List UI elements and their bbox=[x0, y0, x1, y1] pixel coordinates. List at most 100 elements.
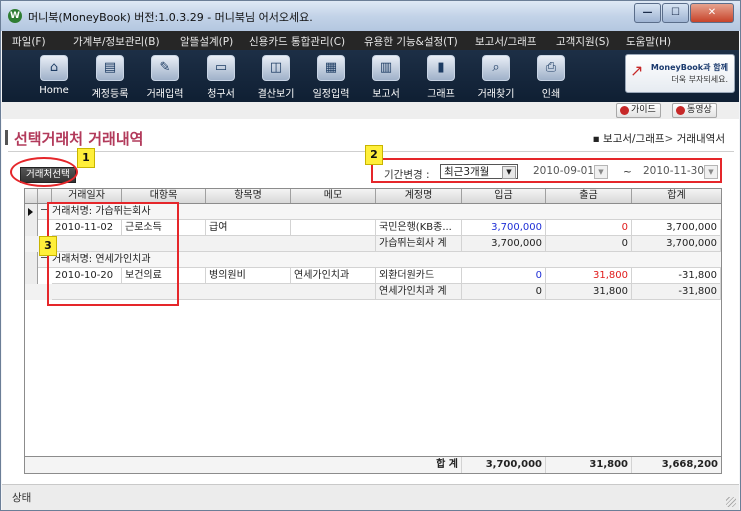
maximize-button[interactable]: ☐ bbox=[662, 3, 689, 23]
banner-line-1: MoneyBook과 함께 bbox=[650, 63, 728, 72]
status-text: 상태 bbox=[12, 492, 32, 504]
cell-item: 병의원비 bbox=[206, 268, 291, 284]
play-icon bbox=[676, 106, 685, 115]
menu-tools-settings[interactable]: 유용한 기능&설정(T) bbox=[364, 34, 458, 49]
menu-help[interactable]: 도움말(H) bbox=[626, 34, 671, 49]
toolbar-schedule[interactable]: ▦ 일정입력 bbox=[305, 53, 357, 100]
column-header-total[interactable]: 합계 bbox=[632, 189, 721, 203]
video-label: 동영상 bbox=[687, 105, 712, 115]
window-title: 머니북(MoneyBook) 버전:1.0.3.29 - 머니북님 어서오세요. bbox=[28, 11, 313, 24]
account-register-icon: ▤ bbox=[96, 55, 124, 81]
cell-deposit: 0 bbox=[462, 268, 546, 284]
cell-item: 급여 bbox=[206, 220, 291, 236]
current-row-indicator-icon bbox=[28, 208, 33, 216]
report-icon: ▥ bbox=[372, 55, 400, 81]
toolbar-label: 거래입력 bbox=[146, 89, 184, 100]
cell-withdraw: 31,800 bbox=[546, 268, 632, 284]
toolbar-label: 일정입력 bbox=[312, 89, 350, 100]
status-bar: 상태 bbox=[2, 484, 739, 510]
toolbar-find-transaction[interactable]: ⌕ 거래찾기 bbox=[470, 53, 522, 100]
toolbar-print[interactable]: ⎙ 인쇄 bbox=[525, 53, 577, 100]
menu-file[interactable]: 파일(F) bbox=[12, 34, 46, 49]
resize-grip-icon[interactable] bbox=[726, 497, 736, 507]
menu-planning[interactable]: 알뜰설계(P) bbox=[180, 34, 233, 49]
annotation-marker-1: 1 bbox=[77, 148, 95, 168]
toolbar-label: 계정등록 bbox=[91, 89, 129, 100]
footer-label: 합 계 bbox=[376, 457, 462, 473]
menu-bar: 파일(F) 가계부/정보관리(B) 알뜰설계(P) 신용카드 통합관리(C) 유… bbox=[2, 31, 739, 50]
cell-withdraw: 0 bbox=[546, 220, 632, 236]
column-header-item[interactable]: 항목명 bbox=[206, 189, 291, 203]
banner-line-2: 더욱 부자되세요. bbox=[671, 75, 728, 84]
toolbar-transaction-entry[interactable]: ✎ 거래입력 bbox=[139, 53, 191, 100]
column-header-major[interactable]: 대항목 bbox=[122, 189, 206, 203]
column-header-withdraw[interactable]: 출금 bbox=[546, 189, 632, 203]
help-bar: 가이드 동영상 bbox=[2, 102, 739, 119]
toolbar-settlement[interactable]: ◫ 결산보기 bbox=[250, 53, 302, 100]
toolbar-graph[interactable]: ▮ 그래프 bbox=[415, 53, 467, 100]
toolbar-report[interactable]: ▥ 보고서 bbox=[360, 53, 412, 100]
subtotal-deposit: 0 bbox=[462, 284, 546, 300]
content-area: 선택거래처 거래내역 ▪ 보고서/그래프> 거래내역서 거래처선택 기간변경 :… bbox=[2, 119, 739, 484]
monitor-icon: ◫ bbox=[262, 55, 290, 81]
annotation-box-2 bbox=[371, 158, 722, 183]
footer-withdraw: 31,800 bbox=[546, 457, 632, 473]
video-button[interactable]: 동영상 bbox=[672, 103, 717, 118]
bar-chart-icon: ▮ bbox=[427, 55, 455, 81]
home-icon: ⌂ bbox=[40, 55, 68, 81]
cell-total: -31,800 bbox=[632, 268, 721, 284]
guide-label: 가이드 bbox=[631, 105, 656, 115]
app-window: W 머니북(MoneyBook) 버전:1.0.3.29 - 머니북님 어서오세… bbox=[0, 0, 741, 511]
toolbar-label: 결산보기 bbox=[257, 89, 295, 100]
subtotal-total: -31,800 bbox=[632, 284, 721, 300]
title-bar: W 머니북(MoneyBook) 버전:1.0.3.29 - 머니북님 어서오세… bbox=[1, 1, 740, 31]
toolbar-bill[interactable]: ▭ 청구서 bbox=[195, 53, 247, 100]
grid-footer: 합 계 3,700,000 31,800 3,668,200 bbox=[25, 456, 721, 473]
printer-icon: ⎙ bbox=[537, 55, 565, 81]
annotation-marker-2: 2 bbox=[365, 145, 383, 165]
subtotal-deposit: 3,700,000 bbox=[462, 236, 546, 252]
app-logo-icon: W bbox=[8, 9, 22, 23]
cell-memo: 연세가인치과 bbox=[291, 268, 376, 284]
header-indicator bbox=[25, 189, 38, 203]
toolbar-home[interactable]: ⌂ Home bbox=[28, 53, 80, 99]
search-icon: ⌕ bbox=[482, 55, 510, 81]
menu-reports[interactable]: 보고서/그래프 bbox=[475, 34, 537, 49]
footer-deposit: 3,700,000 bbox=[462, 457, 546, 473]
column-header-deposit[interactable]: 입금 bbox=[462, 189, 546, 203]
subtotal-label: 연세가인치과 계 bbox=[376, 284, 462, 300]
edit-icon: ✎ bbox=[151, 55, 179, 81]
column-header-account[interactable]: 계정명 bbox=[376, 189, 462, 203]
minimize-button[interactable]: — bbox=[634, 3, 661, 23]
subtotal-label: 가습뛰는회사 계 bbox=[376, 236, 462, 252]
card-icon: ▭ bbox=[207, 55, 235, 81]
column-header-memo[interactable]: 메모 bbox=[291, 189, 376, 203]
guide-button[interactable]: 가이드 bbox=[616, 103, 661, 118]
cell-deposit: 3,700,000 bbox=[462, 220, 546, 236]
cell-total: 3,700,000 bbox=[632, 220, 721, 236]
annotation-marker-3: 3 bbox=[39, 236, 57, 256]
breadcrumb-root[interactable]: 보고서/그래프 bbox=[603, 133, 665, 145]
toolbar-label: Home bbox=[39, 85, 69, 96]
close-button[interactable]: ✕ bbox=[690, 3, 734, 23]
subtotal-total: 3,700,000 bbox=[632, 236, 721, 252]
column-header-date[interactable]: 거래일자 bbox=[52, 189, 122, 203]
breadcrumb-separator: > bbox=[664, 133, 674, 145]
toolbar-label: 보고서 bbox=[372, 89, 400, 100]
page-title: 선택거래처 거래내역 bbox=[4, 130, 144, 148]
annotation-box-3 bbox=[47, 202, 179, 306]
subtotal-withdraw: 0 bbox=[546, 236, 632, 252]
tool-bar: ⌂ Home ▤ 계정등록 ✎ 거래입력 ▭ 청구서 ◫ 결산보기 ▦ 일정입력… bbox=[2, 50, 739, 102]
menu-credit-card[interactable]: 신용카드 통합관리(C) bbox=[249, 34, 345, 49]
header-expander bbox=[38, 189, 52, 203]
menu-ledger[interactable]: 가계부/정보관리(B) bbox=[73, 34, 160, 49]
toolbar-account-register[interactable]: ▤ 계정등록 bbox=[84, 53, 136, 100]
breadcrumb: ▪ 보고서/그래프> 거래내역서 bbox=[592, 133, 725, 145]
toolbar-label: 거래찾기 bbox=[477, 89, 515, 100]
breadcrumb-leaf: 거래내역서 bbox=[676, 133, 725, 145]
play-icon bbox=[620, 106, 629, 115]
cell-account: 국민은행(KB종... bbox=[376, 220, 462, 236]
subtotal-withdraw: 31,800 bbox=[546, 284, 632, 300]
menu-support[interactable]: 고객지원(S) bbox=[556, 34, 610, 49]
promo-banner[interactable]: ↗ MoneyBook과 함께 더욱 부자되세요. bbox=[625, 54, 735, 93]
